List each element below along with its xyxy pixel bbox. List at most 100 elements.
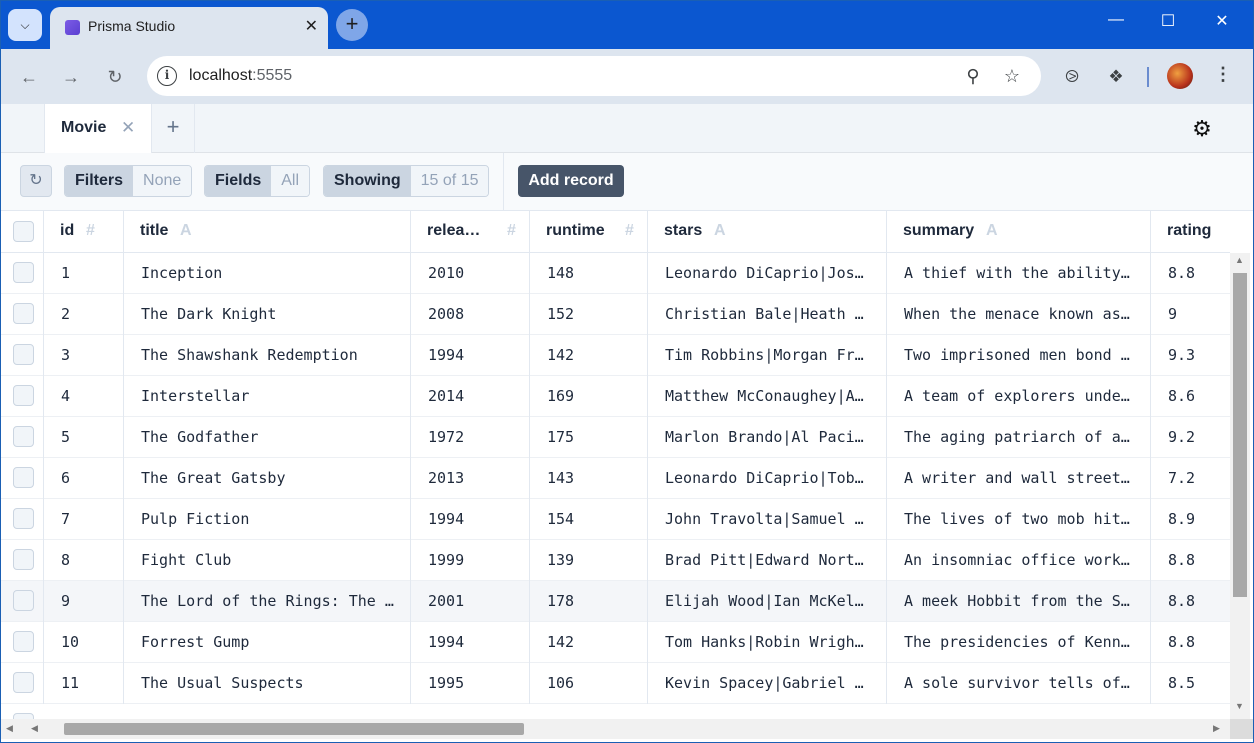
cell-id[interactable]: 6 [44,458,124,499]
cell-rating[interactable]: 8.8 [1151,622,1230,663]
cell-stars[interactable]: Leonardo DiCaprio|Jos… [648,253,887,294]
table-row[interactable]: 6 The Great Gatsby 2013 143 Leonardo DiCapri… [1,458,1230,499]
filters-button[interactable]: Filters None [64,165,193,197]
table-row[interactable]: 3 The Shawshank Redemption 1994 142 Tim Robb… [1,335,1230,376]
cell-rating[interactable]: 9 [1151,294,1230,335]
cell-relea[interactable]: 2008 [411,294,530,335]
cell-title[interactable]: Inception [124,253,411,294]
cell-summary[interactable]: The lives of two mob hit… [887,499,1151,540]
scroll-right-icon[interactable]: ▶ [1213,723,1220,734]
scroll-left-icon[interactable]: ◀ [6,723,13,734]
cell-runtime[interactable]: 106 [530,663,648,704]
row-checkbox[interactable] [13,262,34,283]
gear-icon[interactable]: ⚙ [1191,118,1213,140]
cell-id[interactable]: 9 [44,581,124,622]
cell-relea[interactable]: 2010 [411,253,530,294]
cell-relea[interactable]: 1995 [411,663,530,704]
cell-summary[interactable]: A thief with the ability… [887,253,1151,294]
table-row[interactable]: 10 Forrest Gump 1994 142 Tom Hanks|Robin Wri… [1,622,1230,663]
cell-summary[interactable]: A writer and wall street… [887,458,1151,499]
maximize-icon[interactable]: ☐ [1153,11,1183,31]
cell-runtime[interactable]: 142 [530,335,648,376]
cell-relea[interactable]: 1994 [411,499,530,540]
site-info-icon[interactable]: i [157,66,177,86]
cell-stars[interactable]: Leonardo DiCaprio|Tob… [648,458,887,499]
row-checkbox[interactable] [13,508,34,529]
select-all-checkbox[interactable] [13,221,34,242]
cell-runtime[interactable]: 169 [530,376,648,417]
cell-id[interactable]: 11 [44,663,124,704]
fields-button[interactable]: Fields All [204,165,311,197]
scroll-up-icon[interactable]: ▲ [1235,255,1244,265]
cell-runtime[interactable]: 148 [530,253,648,294]
close-window-icon[interactable]: ✕ [1207,11,1237,31]
row-checkbox[interactable] [13,549,34,570]
horizontal-scrollbar[interactable]: ◀ ◀ ▶ [1,719,1253,739]
cell-stars[interactable]: Tim Robbins|Morgan Fr… [648,335,887,376]
cell-id[interactable]: 10 [44,622,124,663]
cell-stars[interactable]: Marlon Brando|Al Paci… [648,417,887,458]
cell-summary[interactable]: The presidencies of Kenn… [887,622,1151,663]
column-header-6[interactable]: rating# [1151,211,1230,253]
cell-runtime[interactable]: 154 [530,499,648,540]
cell-summary[interactable]: An insomniac office work… [887,540,1151,581]
new-tab-button[interactable]: + [336,9,368,41]
row-checkbox[interactable] [13,385,34,406]
cell-rating[interactable]: 8.8 [1151,540,1230,581]
add-tab-button[interactable]: + [152,104,195,153]
cell-relea[interactable]: 1994 [411,335,530,376]
row-checkbox[interactable] [13,467,34,488]
row-checkbox[interactable] [13,426,34,447]
cell-rating[interactable]: 9.3 [1151,335,1230,376]
column-header-1[interactable]: title A [124,211,411,253]
cell-id[interactable]: 2 [44,294,124,335]
table-row[interactable] [1,704,1230,719]
cell-relea[interactable]: 2013 [411,458,530,499]
cell-title[interactable]: The Shawshank Redemption [124,335,411,376]
vertical-scroll-thumb[interactable] [1233,273,1247,597]
cell-id[interactable]: 3 [44,335,124,376]
cell-summary[interactable]: A team of explorers unde… [887,376,1151,417]
table-row[interactable]: 5 The Godfather 1972 175 Marlon Brando|Al Pa… [1,417,1230,458]
cell-rating[interactable]: 8.8 [1151,581,1230,622]
address-bar[interactable]: i localhost:5555 ⚲ ☆ [147,56,1041,96]
scroll-down-icon[interactable]: ▼ [1235,701,1244,711]
cell-stars[interactable]: Tom Hanks|Robin Wrigh… [648,622,887,663]
zoom-icon[interactable]: ⚲ [961,64,985,88]
cell-runtime[interactable]: 152 [530,294,648,335]
table-row[interactable]: 2 The Dark Knight 2008 152 Christian Bale|He… [1,294,1230,335]
cell-title[interactable]: The Usual Suspects [124,663,411,704]
cell-relea[interactable]: 1972 [411,417,530,458]
cell-stars[interactable]: Christian Bale|Heath … [648,294,887,335]
cell-runtime[interactable]: 139 [530,540,648,581]
cell-stars[interactable]: Matthew McConaughey|A… [648,376,887,417]
table-row[interactable]: 9 The Lord of the Rings: The … 2001 178 Elij… [1,581,1230,622]
cell-relea[interactable]: 2014 [411,376,530,417]
cell-stars[interactable]: Brad Pitt|Edward Nort… [648,540,887,581]
close-icon[interactable]: ✕ [121,118,135,138]
column-header-0[interactable]: id # [44,211,124,253]
table-row[interactable]: 11 The Usual Suspects 1995 106 Kevin Spacey|… [1,663,1230,704]
cell-title[interactable]: Pulp Fiction [124,499,411,540]
extension-code-icon[interactable]: ⧁ [1059,64,1085,90]
cell-summary[interactable]: The aging patriarch of a… [887,417,1151,458]
reload-icon[interactable]: ↻ [101,63,129,91]
cell-id[interactable]: 5 [44,417,124,458]
horizontal-scroll-thumb[interactable] [64,723,524,735]
cell-relea[interactable]: 1999 [411,540,530,581]
row-checkbox[interactable] [13,344,34,365]
column-header-3[interactable]: runtime # [530,211,648,253]
row-checkbox[interactable] [13,590,34,611]
cell-stars[interactable]: Kevin Spacey|Gabriel … [648,663,887,704]
cell-summary[interactable]: When the menace known as… [887,294,1151,335]
table-row[interactable]: 8 Fight Club 1999 139 Brad Pitt|Edward Nort…… [1,540,1230,581]
cell-title[interactable]: The Lord of the Rings: The … [124,581,411,622]
cell-runtime[interactable]: 142 [530,622,648,663]
cell-rating[interactable]: 9.2 [1151,417,1230,458]
more-options-icon[interactable]: ⋮ [1211,64,1235,85]
cell-title[interactable]: Fight Club [124,540,411,581]
cell-runtime[interactable]: 175 [530,417,648,458]
cell-summary[interactable]: A sole survivor tells of… [887,663,1151,704]
cell-rating[interactable]: 7.2 [1151,458,1230,499]
back-icon[interactable]: ← [15,63,43,91]
